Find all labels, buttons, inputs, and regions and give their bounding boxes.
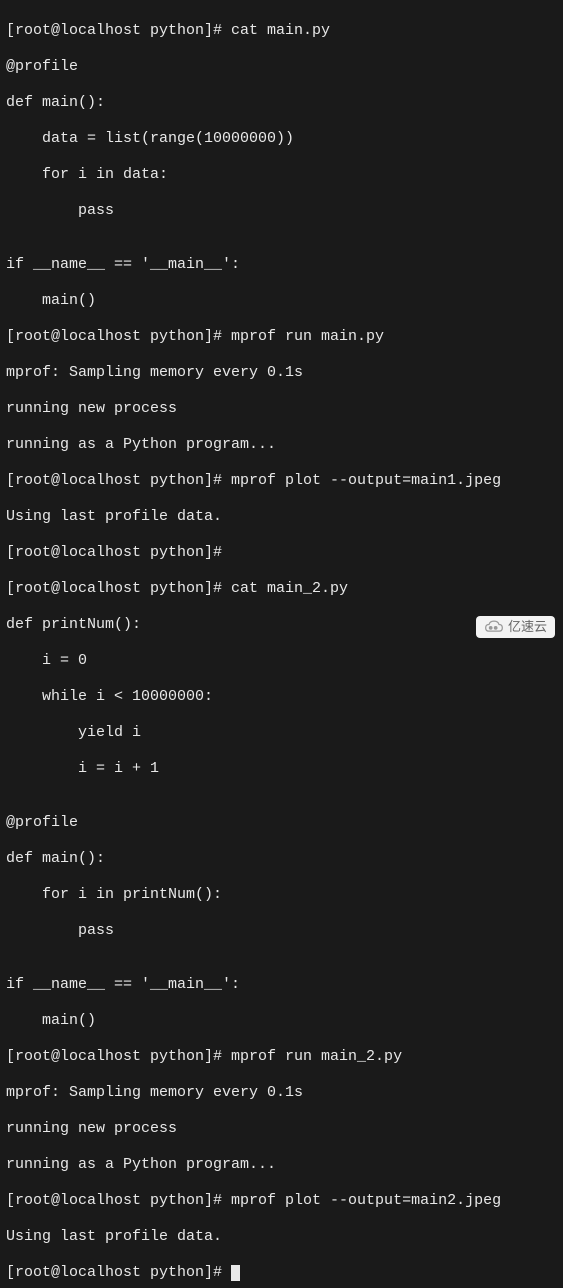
terminal-line: pass [6, 922, 557, 940]
terminal-line: data = list(range(10000000)) [6, 130, 557, 148]
terminal-line: [root@localhost python]# cat main.py [6, 22, 557, 40]
terminal-line: while i < 10000000: [6, 688, 557, 706]
terminal-line: if __name__ == '__main__': [6, 976, 557, 994]
terminal-line: for i in printNum(): [6, 886, 557, 904]
terminal-line: def main(): [6, 94, 557, 112]
watermark-text: 亿速云 [508, 619, 547, 635]
cursor-icon [231, 1265, 240, 1281]
terminal-line: Using last profile data. [6, 1228, 557, 1246]
terminal-line: i = 0 [6, 652, 557, 670]
terminal-line: [root@localhost python]# mprof run main_… [6, 1048, 557, 1066]
terminal-line: [root@localhost python]# mprof plot --ou… [6, 1192, 557, 1210]
terminal-line: mprof: Sampling memory every 0.1s [6, 1084, 557, 1102]
prompt-text: [root@localhost python]# [6, 1264, 231, 1281]
terminal-line: i = i + 1 [6, 760, 557, 778]
terminal-line: running as a Python program... [6, 1156, 557, 1174]
terminal-line: if __name__ == '__main__': [6, 256, 557, 274]
terminal-line: [root@localhost python]# [6, 544, 557, 562]
terminal-line: running new process [6, 400, 557, 418]
terminal-final-prompt: [root@localhost python]# [6, 1264, 557, 1282]
terminal-line: mprof: Sampling memory every 0.1s [6, 364, 557, 382]
terminal-line: @profile [6, 814, 557, 832]
terminal-window[interactable]: [root@localhost python]# cat main.py @pr… [0, 0, 563, 1288]
terminal-line: [root@localhost python]# mprof plot --ou… [6, 472, 557, 490]
terminal-line: running as a Python program... [6, 436, 557, 454]
terminal-line: main() [6, 292, 557, 310]
terminal-line: yield i [6, 724, 557, 742]
terminal-line: [root@localhost python]# cat main_2.py [6, 580, 557, 598]
terminal-line: [root@localhost python]# mprof run main.… [6, 328, 557, 346]
cloud-icon [484, 620, 504, 634]
terminal-line: def main(): [6, 850, 557, 868]
terminal-line: for i in data: [6, 166, 557, 184]
terminal-line: pass [6, 202, 557, 220]
terminal-line: main() [6, 1012, 557, 1030]
terminal-line: @profile [6, 58, 557, 76]
terminal-line: def printNum(): [6, 616, 557, 634]
terminal-line: running new process [6, 1120, 557, 1138]
terminal-line: Using last profile data. [6, 508, 557, 526]
watermark: 亿速云 [476, 616, 555, 638]
